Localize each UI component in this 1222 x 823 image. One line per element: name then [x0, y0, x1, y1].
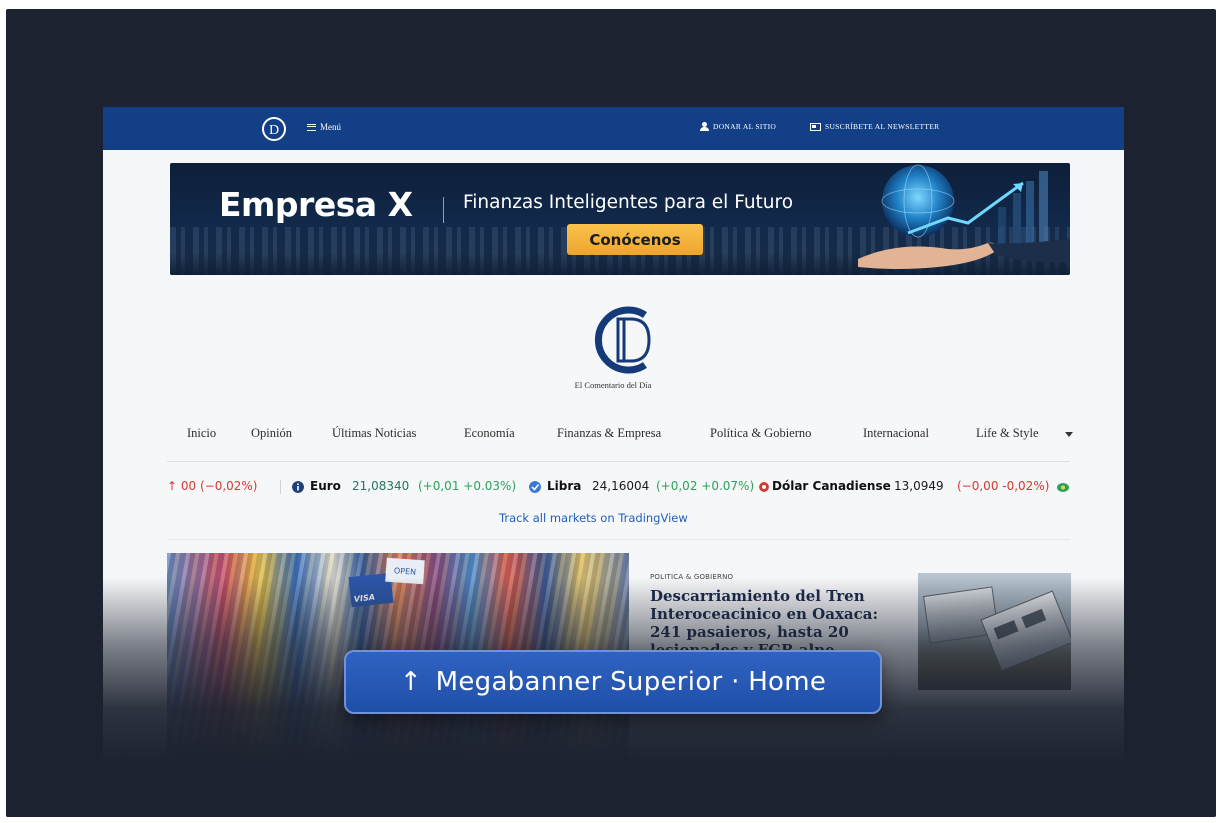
- nav-item-internacional[interactable]: Internacional: [863, 426, 929, 441]
- newsletter-link[interactable]: SUSCRÍBETE AL NEWSLETTER: [810, 122, 939, 131]
- donate-link[interactable]: DONAR AL SITIO: [700, 122, 776, 131]
- nav-item-ultimas-noticias[interactable]: Últimas Noticias: [332, 426, 416, 441]
- presentation-frame: D Menú DONAR AL SITIO SUSCRÍBETE AL NEWS…: [6, 9, 1216, 817]
- article-thumbnail[interactable]: [918, 573, 1071, 690]
- megabanner-label-pill: ↑ Megabanner Superior · Home: [344, 650, 882, 714]
- globe-hand-growth-icon: [858, 164, 1070, 269]
- nav-item-opinion[interactable]: Opinión: [251, 426, 292, 441]
- ad-cta-button[interactable]: Conócenos: [567, 224, 703, 255]
- ticker-cad-change: (−0,00 -0,02%): [957, 479, 1050, 493]
- donate-label: DONAR AL SITIO: [713, 122, 777, 131]
- menu-label: Menú: [320, 122, 341, 132]
- info-icon: [292, 481, 304, 493]
- ticker-euro-change: (+0,01 +0.03%): [418, 479, 517, 493]
- site-logo-small-icon[interactable]: D: [261, 116, 287, 142]
- ticker-cad-value: 13,0949: [894, 479, 944, 493]
- arrow-up-icon: ↑: [399, 667, 422, 697]
- ticker-first-change: ↑ 00 (−0,02%): [167, 479, 258, 493]
- ticker-euro-name: Euro: [310, 479, 341, 493]
- svg-text:D: D: [269, 123, 279, 138]
- nav-item-politica-gobierno[interactable]: Política & Gobierno: [710, 426, 811, 441]
- article-kicker[interactable]: POLITICA & GOBIERNO: [650, 573, 733, 581]
- nav-item-inicio[interactable]: Inicio: [187, 426, 216, 441]
- ticker-libra-value: 24,16004: [592, 479, 650, 493]
- newsletter-icon: [810, 122, 821, 131]
- top-bar: D Menú DONAR AL SITIO SUSCRÍBETE AL NEWS…: [103, 107, 1124, 150]
- ad-brand: Empresa X: [219, 185, 413, 224]
- hamburger-icon: [307, 123, 316, 131]
- ticker-divider: [167, 539, 1070, 540]
- chevron-down-icon[interactable]: [1065, 432, 1073, 437]
- nav-item-finanzas-empresa[interactable]: Finanzas & Empresa: [557, 426, 661, 441]
- megabanner-ad[interactable]: Empresa X Finanzas Inteligentes para el …: [170, 163, 1070, 275]
- ticker-euro-value: 21,08340: [352, 479, 410, 493]
- ticker-cad-name: Dólar Canadiense: [772, 479, 891, 493]
- ticker-libra-change: (+0,02 +0.07%): [656, 479, 755, 493]
- subscribe-label: SUSCRÍBETE AL NEWSLETTER: [825, 122, 940, 131]
- libra-icon: [529, 481, 541, 493]
- masthead-name: El Comentario del Día: [574, 380, 652, 390]
- canada-flag-icon: [759, 482, 769, 492]
- megabanner-label: Megabanner Superior · Home: [435, 667, 827, 697]
- tradingview-link[interactable]: Track all markets on TradingView: [499, 511, 688, 525]
- nav-item-life-style[interactable]: Life & Style: [976, 426, 1039, 441]
- ticker-libra-name: Libra: [547, 479, 582, 493]
- nav-divider: [167, 461, 1070, 462]
- open-sign: OPEN: [385, 557, 425, 585]
- menu-button[interactable]: Menú: [307, 122, 341, 132]
- person-icon: [700, 122, 709, 131]
- ad-tagline: Finanzas Inteligentes para el Futuro: [463, 192, 794, 213]
- masthead-logo-icon[interactable]: [593, 305, 661, 375]
- currency-flag-icon: [1057, 483, 1069, 492]
- article-headline[interactable]: Descarriamiento del Tren Interoceacinico…: [650, 587, 900, 659]
- ad-divider: [443, 197, 444, 223]
- nav-item-economia[interactable]: Economía: [464, 426, 515, 441]
